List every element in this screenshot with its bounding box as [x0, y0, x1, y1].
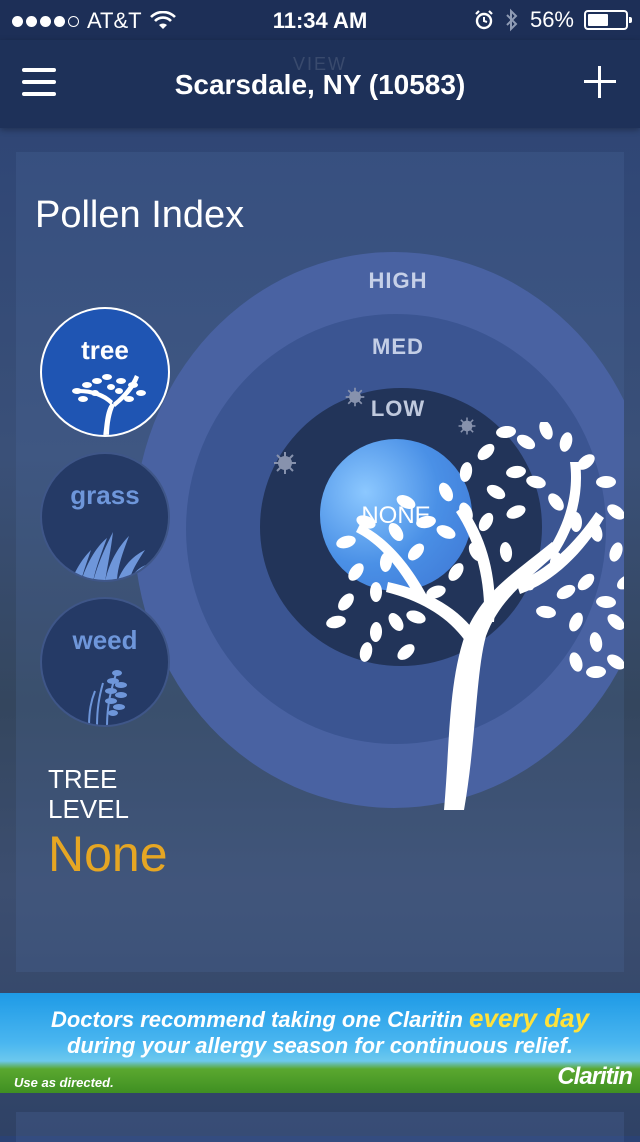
- ghost-text: VIEW: [292, 54, 347, 74]
- readout-level-value: None: [48, 826, 168, 882]
- pollen-spore-icon: [345, 387, 365, 407]
- leaf-shape: [586, 665, 606, 679]
- leaf-shape: [348, 563, 364, 581]
- leaf-shape: [607, 654, 624, 670]
- menu-icon[interactable]: [22, 68, 56, 96]
- tree-level-readout: TREE LEVEL None: [48, 764, 168, 882]
- tree-illustration: [326, 422, 624, 810]
- leaf-shape: [526, 475, 546, 489]
- leaf-shape: [548, 493, 564, 511]
- leaf-shape: [607, 614, 624, 630]
- leaf-shape: [369, 622, 383, 642]
- claritin-ad-banner[interactable]: Doctors recommend taking one Claritin ev…: [0, 993, 640, 1093]
- add-location-button[interactable]: [580, 62, 620, 102]
- pollen-index-card: Pollen Index HIGH MED LOW NONE tree gras…: [16, 152, 624, 972]
- leaf-shape: [536, 605, 556, 619]
- card-title: Pollen Index: [35, 194, 245, 236]
- nav-bar: VIEW Scarsdale, NY (10583): [0, 40, 640, 128]
- leaf-shape: [539, 422, 553, 440]
- leaf-shape: [616, 574, 624, 590]
- pollen-spore-icon: [274, 452, 296, 474]
- leaf-shape: [486, 484, 506, 500]
- status-bar: AT&T 11:34 AM 56%: [0, 0, 640, 40]
- leaf-shape: [609, 542, 623, 562]
- leaf-shape: [477, 443, 495, 461]
- level-label-none: NONE: [361, 502, 431, 529]
- ad-subline: during your allergy season for continuou…: [66, 1033, 574, 1058]
- leaf-shape: [569, 652, 583, 672]
- leaf-shape: [326, 615, 346, 629]
- leaf-shape: [388, 613, 404, 631]
- leaf-shape: [370, 582, 382, 602]
- level-label-med: MED: [372, 334, 424, 359]
- tree-type-button[interactable]: tree: [40, 307, 170, 437]
- level-label-high: HIGH: [368, 268, 428, 293]
- tree-icon: [72, 374, 146, 435]
- leaf-shape: [338, 593, 354, 611]
- leaf-shape: [336, 535, 356, 549]
- leaf-shape: [607, 504, 624, 520]
- leaf-shape: [506, 465, 526, 479]
- leaf-shape: [569, 612, 583, 632]
- battery-percent: 56%: [529, 7, 574, 32]
- leaf-shape: [359, 642, 373, 662]
- leaf-shape: [499, 542, 513, 562]
- weed-type-button[interactable]: weed: [40, 597, 170, 727]
- leaf-shape: [407, 543, 425, 561]
- leaf-shape: [438, 482, 454, 502]
- ad-headline: Doctors recommend taking one Claritin ev…: [0, 1003, 640, 1034]
- ad-brand-logo: Claritin: [557, 1063, 633, 1090]
- leaf-shape: [496, 425, 516, 439]
- ad-disclaimer: Use as directed.: [14, 1075, 114, 1090]
- weed-icon: [88, 670, 127, 725]
- leaf-shape: [406, 610, 426, 624]
- grass-type-button[interactable]: grass: [40, 452, 170, 582]
- leaf-shape: [478, 512, 494, 532]
- ad-headline-text: Doctors recommend taking one Claritin: [50, 1007, 470, 1032]
- readout-caption: LEVEL: [48, 794, 129, 824]
- battery-icon: [584, 10, 632, 30]
- weed-type-label: weed: [72, 625, 138, 655]
- leaf-shape: [589, 632, 603, 652]
- leaf-shape: [448, 563, 464, 581]
- grass-type-label: grass: [70, 480, 140, 510]
- leaf-shape: [556, 584, 576, 600]
- leaf-shape: [506, 505, 526, 519]
- leaf-shape: [397, 644, 415, 660]
- leaf-shape: [516, 434, 536, 450]
- leaf-shape: [596, 595, 616, 609]
- alarm-icon: [475, 10, 493, 30]
- grass-icon: [71, 532, 149, 580]
- leaf-shape: [596, 475, 616, 489]
- tree-type-label: tree: [81, 335, 129, 365]
- leaf-shape: [577, 573, 595, 591]
- leaf-shape: [459, 462, 473, 482]
- status-right: 56%: [474, 7, 632, 33]
- ad-headline-highlight: every day: [469, 1003, 590, 1033]
- readout-type: TREE: [48, 764, 118, 794]
- bluetooth-icon: [506, 8, 518, 32]
- next-card-peek: [16, 1112, 624, 1142]
- leaf-shape: [559, 432, 573, 452]
